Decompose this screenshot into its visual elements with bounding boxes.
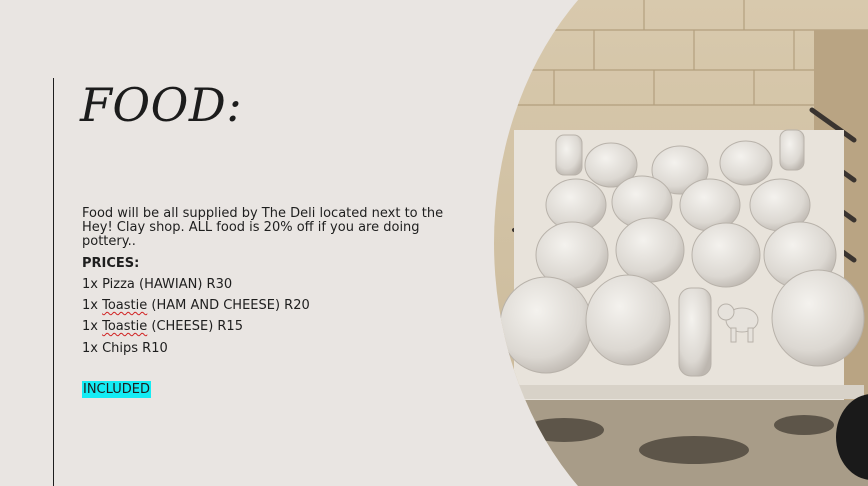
slide-title[interactable]: FOOD: xyxy=(80,78,242,132)
presentation-slide: FOOD: Food will be all supplied by The D… xyxy=(0,0,868,486)
food-description[interactable]: Food will be all supplied by The Deli lo… xyxy=(82,207,462,249)
price-item-text: 1x Chips R10 xyxy=(82,341,168,356)
price-item-chips[interactable]: 1x Chips R10 xyxy=(82,341,168,356)
included-highlight-label[interactable]: INCLUDED xyxy=(82,381,151,398)
kiln-pottery-photo[interactable] xyxy=(494,0,868,486)
price-item-suffix: (HAM AND CHEESE) R20 xyxy=(147,298,310,313)
price-item-prefix: 1x xyxy=(82,319,103,334)
spellcheck-flagged-word[interactable]: Toastie xyxy=(102,319,147,334)
price-item-toastie-cheese[interactable]: 1x Toastie (CHEESE) R15 xyxy=(82,319,243,334)
price-item-text: 1x Pizza (HAWIAN) R30 xyxy=(82,277,233,292)
price-item-toastie-ham-cheese[interactable]: 1x Toastie (HAM AND CHEESE) R20 xyxy=(82,298,310,313)
spellcheck-flagged-word[interactable]: Toastie xyxy=(102,298,147,313)
price-item-pizza[interactable]: 1x Pizza (HAWIAN) R30 xyxy=(82,277,232,292)
prices-heading[interactable]: PRICES: xyxy=(82,256,139,271)
price-item-suffix: (CHEESE) R15 xyxy=(147,319,243,334)
accent-vertical-line xyxy=(53,78,54,486)
price-item-prefix: 1x xyxy=(82,298,103,313)
